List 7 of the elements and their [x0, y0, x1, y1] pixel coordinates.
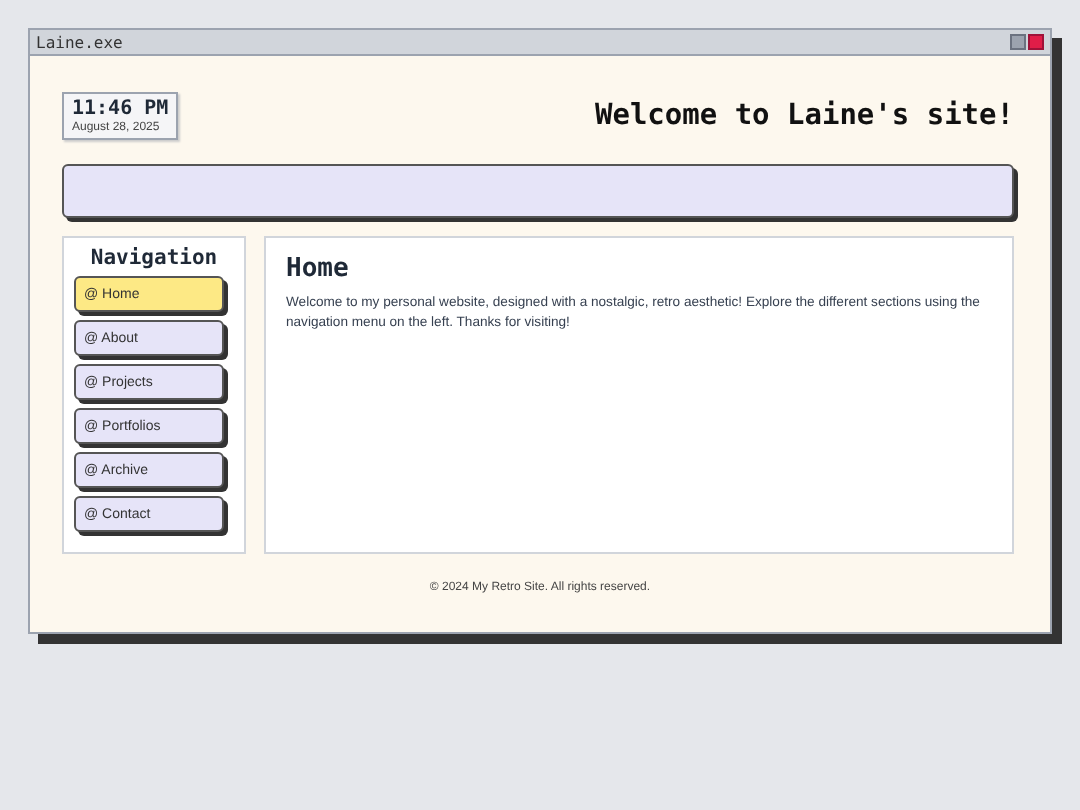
clock-time: 11:46 PM	[72, 98, 169, 120]
navigation-heading: Navigation	[88, 246, 220, 270]
close-button[interactable]	[1028, 34, 1044, 50]
window-title: Laine.exe	[36, 33, 123, 51]
maximize-button[interactable]	[1010, 34, 1026, 50]
content-heading: Home	[286, 254, 351, 284]
site-title: Welcome to Laine's site!	[594, 100, 1014, 132]
